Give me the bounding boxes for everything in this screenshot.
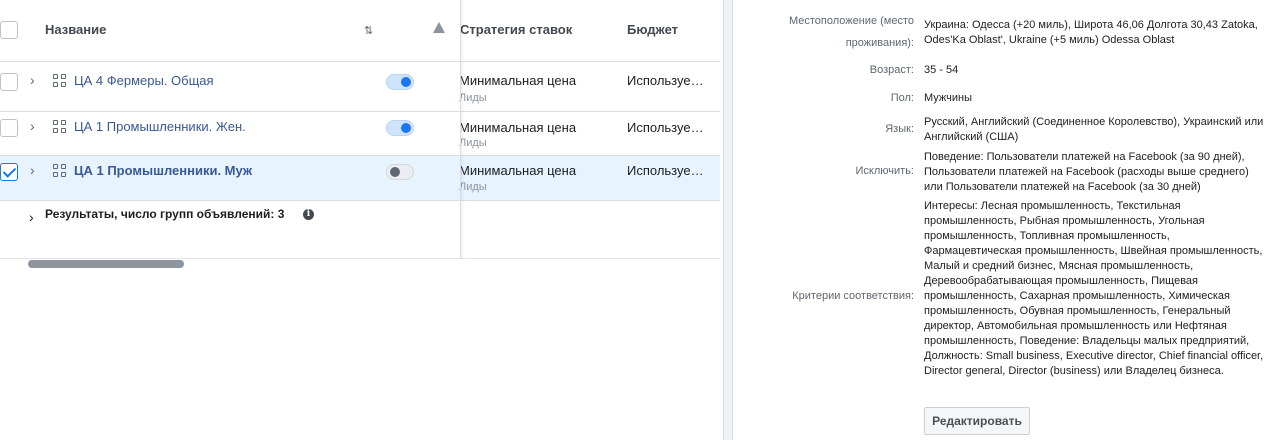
column-header-bid-strategy[interactable]: Стратегия ставок (460, 22, 572, 37)
budget-value: Используе… (627, 73, 704, 88)
ad-set-grid-icon (53, 164, 67, 178)
results-summary-row[interactable]: › Результаты, число групп объявлений: 3 … (0, 201, 720, 259)
exclude-value: Поведение: Пользователи платежей на Face… (924, 151, 1249, 193)
results-summary-text: Результаты, число групп объявлений: 3 (45, 207, 285, 221)
exclude-label: Исключить: (855, 165, 914, 177)
sort-icon[interactable]: ⇅ (364, 24, 373, 37)
gender-label: Пол: (890, 92, 914, 104)
expand-chevron-icon[interactable]: › (30, 118, 35, 134)
gender-value: Мужчины (924, 92, 973, 104)
location-value: Украина: Одесса (+20 миль), Широта 46,06… (924, 19, 1258, 46)
ad-set-grid-icon (53, 120, 67, 134)
age-value: 35 - 54 (924, 64, 959, 76)
language-label: Язык: (885, 123, 914, 135)
budget-value: Используе… (627, 163, 704, 178)
info-icon[interactable]: i (303, 209, 314, 220)
edit-button[interactable]: Редактировать (924, 407, 1030, 435)
expand-chevron-icon[interactable]: › (30, 72, 35, 88)
select-all-checkbox[interactable] (0, 21, 18, 39)
expand-chevron-icon[interactable]: › (30, 162, 35, 178)
ad-set-name-link[interactable]: ЦА 4 Фермеры. Общая (74, 73, 214, 88)
table-row[interactable]: › ЦА 4 Фермеры. Общая Минимальная цена Л… (0, 62, 720, 112)
column-header-name[interactable]: Название (45, 22, 106, 37)
bid-strategy-value: Минимальная цена (459, 120, 577, 135)
row-checkbox-checked[interactable] (0, 163, 18, 181)
location-label-line1: Местоположение (место (788, 15, 914, 27)
ad-set-toggle[interactable] (386, 164, 414, 180)
warning-icon (433, 22, 445, 33)
criteria-label: Критерии соответствия: (792, 290, 914, 302)
bid-strategy-value: Минимальная цена (459, 163, 577, 178)
ad-sets-table: Название ⇅ Стратегия ставок Бюджет › ЦА … (0, 0, 720, 440)
ad-set-grid-icon (53, 74, 67, 88)
table-row[interactable]: › ЦА 1 Промышленники. Жен. Минимальная ц… (0, 112, 720, 156)
location-label-line2: проживания): (845, 37, 914, 49)
ad-set-name-link[interactable]: ЦА 1 Промышленники. Жен. (74, 119, 246, 134)
ad-set-name-link[interactable]: ЦА 1 Промышленники. Муж (74, 163, 252, 178)
table-row-selected[interactable]: › ЦА 1 Промышленники. Муж Минимальная це… (0, 156, 720, 201)
budget-value: Используе… (627, 120, 704, 135)
audience-details-panel: Местоположение (место проживания): Украи… (733, 0, 1280, 440)
table-header: Название ⇅ Стратегия ставок Бюджет (0, 0, 720, 62)
row-checkbox[interactable] (0, 73, 18, 91)
panel-separator (723, 0, 733, 440)
column-header-budget[interactable]: Бюджет (627, 22, 678, 37)
criteria-value: Интересы: Лесная промышленность, Текстил… (924, 200, 1264, 377)
language-value: Русский, Английский (Соединенное Королев… (924, 116, 1264, 143)
age-label: Возраст: (869, 64, 914, 76)
ad-set-toggle[interactable] (386, 120, 414, 136)
ad-set-toggle[interactable] (386, 74, 414, 90)
row-checkbox[interactable] (0, 119, 18, 137)
horizontal-scrollbar[interactable] (28, 260, 184, 268)
expand-chevron-icon[interactable]: › (29, 209, 34, 225)
bid-strategy-value: Минимальная цена (459, 73, 577, 88)
frozen-column-shadow (461, 0, 465, 259)
